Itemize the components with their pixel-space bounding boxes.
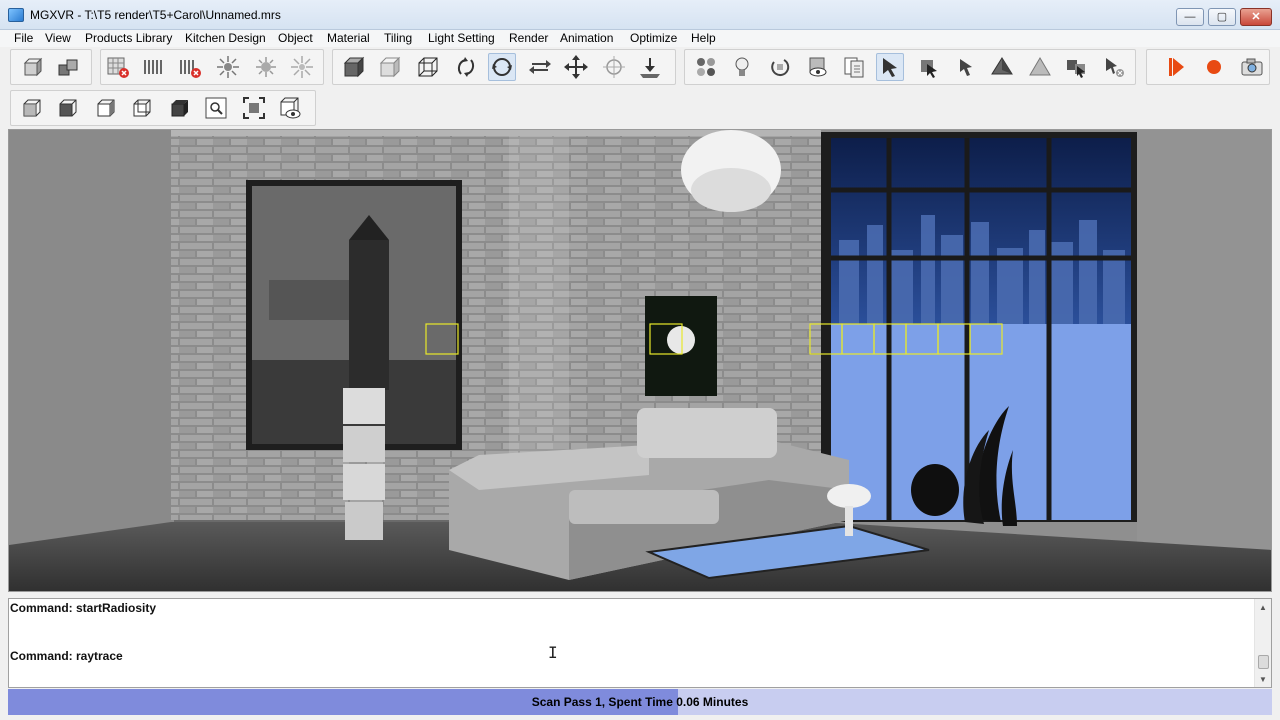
- view-top-icon[interactable]: [166, 94, 194, 122]
- view-left-icon[interactable]: [18, 94, 46, 122]
- documents-icon[interactable]: [840, 53, 868, 81]
- menu-products-library[interactable]: Products Library: [85, 31, 172, 45]
- wireframe-view-icon[interactable]: [414, 53, 442, 81]
- pyramid-icon[interactable]: [1026, 53, 1054, 81]
- status-text: Scan Pass 1, Spent Time 0.06 Minutes: [531, 695, 749, 709]
- shaded-view-icon[interactable]: [376, 53, 404, 81]
- app-icon: [8, 8, 24, 22]
- light-bars-icon[interactable]: [140, 53, 168, 81]
- walk-down-icon[interactable]: [636, 53, 664, 81]
- deselect-icon[interactable]: [1100, 53, 1128, 81]
- close-button[interactable]: ✕: [1240, 8, 1272, 26]
- solid-view-icon[interactable]: [340, 53, 368, 81]
- scroll-down-arrow-icon[interactable]: ▼: [1259, 675, 1267, 684]
- scroll-up-arrow-icon[interactable]: ▲: [1259, 603, 1267, 612]
- view-right-icon[interactable]: [92, 94, 120, 122]
- text-cursor-icon: I: [548, 643, 558, 662]
- view-camera-icon[interactable]: [276, 94, 304, 122]
- camera-icon[interactable]: [1238, 53, 1266, 81]
- render-viewport[interactable]: [8, 129, 1272, 592]
- view-toolbar: [0, 88, 1280, 128]
- restore-button[interactable]: ▢: [1208, 8, 1236, 26]
- zoom-extents-icon[interactable]: [240, 94, 268, 122]
- render-play-icon[interactable]: [1162, 53, 1190, 81]
- select-object-icon[interactable]: [914, 53, 942, 81]
- menu-light-setting[interactable]: Light Setting: [428, 31, 495, 45]
- cube-stack-icon[interactable]: [18, 53, 46, 81]
- select-face-icon[interactable]: [952, 53, 980, 81]
- view-back-icon[interactable]: [128, 94, 156, 122]
- console-line: Command: raytrace: [10, 649, 123, 663]
- view-front-icon[interactable]: [54, 94, 82, 122]
- delete-light-bars-icon[interactable]: [176, 53, 204, 81]
- record-icon[interactable]: [1200, 53, 1228, 81]
- view-object-icon[interactable]: [804, 53, 832, 81]
- cube-group-icon[interactable]: [54, 53, 82, 81]
- target-icon[interactable]: [600, 53, 628, 81]
- menu-animation[interactable]: Animation: [560, 31, 613, 45]
- console-scrollbar[interactable]: ▲ ▼: [1254, 599, 1271, 687]
- material-balls-icon[interactable]: [692, 53, 720, 81]
- rotate-view-icon[interactable]: [488, 53, 516, 81]
- menu-bar: File View Products Library Kitchen Desig…: [0, 30, 1280, 47]
- rotate-object-icon[interactable]: [766, 53, 794, 81]
- title-bar: MGXVR - T:\T5 render\T5+Carol\Unnamed.mr…: [0, 0, 1280, 30]
- menu-render[interactable]: Render: [509, 31, 548, 45]
- render-progress-bar: Scan Pass 1, Spent Time 0.06 Minutes: [8, 689, 1272, 715]
- scroll-thumb[interactable]: [1258, 655, 1269, 669]
- zoom-icon[interactable]: [202, 94, 230, 122]
- orbit-icon[interactable]: [452, 53, 480, 81]
- delete-light-grid-icon[interactable]: [104, 53, 132, 81]
- sun-light-icon[interactable]: [288, 53, 316, 81]
- minimize-button[interactable]: —: [1176, 8, 1204, 26]
- spot-light-icon[interactable]: [214, 53, 242, 81]
- menu-help[interactable]: Help: [691, 31, 716, 45]
- select-pointer-icon[interactable]: [876, 53, 904, 81]
- menu-optimize[interactable]: Optimize: [630, 31, 677, 45]
- console-line: Command: startRadiosity: [10, 601, 157, 615]
- main-toolbar: [0, 47, 1280, 87]
- menu-tiling[interactable]: Tiling: [384, 31, 412, 45]
- area-light-icon[interactable]: [252, 53, 280, 81]
- menu-object[interactable]: Object: [278, 31, 313, 45]
- rendered-room-scene: [9, 130, 1271, 591]
- light-bulb-icon[interactable]: [728, 53, 756, 81]
- command-console[interactable]: Command: startRadiosity Command: raytrac…: [8, 598, 1272, 688]
- menu-material[interactable]: Material: [327, 31, 370, 45]
- menu-view[interactable]: View: [45, 31, 71, 45]
- swap-icon[interactable]: [526, 53, 554, 81]
- menu-kitchen-design[interactable]: Kitchen Design: [185, 31, 266, 45]
- menu-file[interactable]: File: [14, 31, 33, 45]
- group-select-icon[interactable]: [1062, 53, 1090, 81]
- move-icon[interactable]: [562, 53, 590, 81]
- window-title: MGXVR - T:\T5 render\T5+Carol\Unnamed.mr…: [30, 8, 281, 22]
- prism-icon[interactable]: [988, 53, 1016, 81]
